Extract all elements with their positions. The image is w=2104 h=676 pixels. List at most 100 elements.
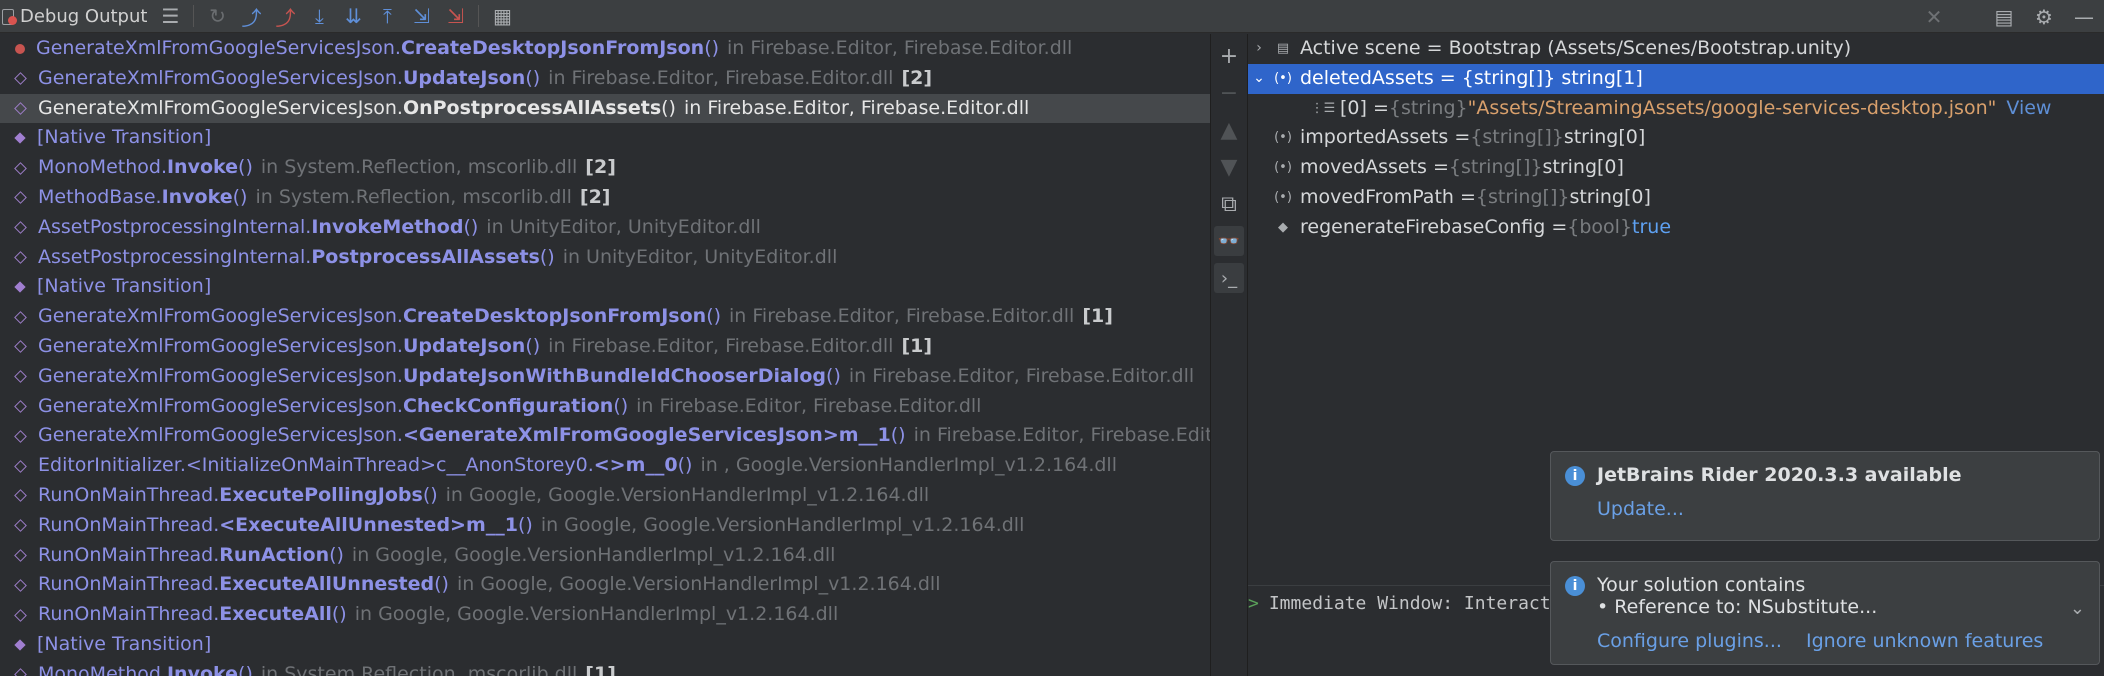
variable-name: regenerateFirebaseConfig = [1300, 215, 1568, 238]
frame-location: in Firebase.Editor, Firebase.Editor.dll [727, 37, 1073, 59]
frame-count: [2] [579, 185, 611, 208]
frame-parens: () [704, 37, 720, 59]
toolbar-right-actions: ✕ ▤ ⚙ — [1914, 0, 2104, 33]
frame-method: RunAction [219, 543, 330, 566]
step-into-my-code-icon[interactable]: ⇊ [336, 1, 370, 31]
frame-location: in UnityEditor, UnityEditor.dll [486, 215, 761, 238]
add-watch-icon[interactable]: + [1214, 41, 1244, 71]
frame-parens: () [331, 603, 347, 626]
step-out-icon[interactable]: ⤒ [370, 1, 404, 31]
stack-frame-row[interactable]: GenerateXmlFromGoogleServicesJson. Create… [0, 34, 1210, 64]
frame-class: GenerateXmlFromGoogleServicesJson. [38, 96, 403, 119]
view-link[interactable]: View [2006, 94, 2051, 124]
variable-row[interactable]: (•) movedFromPath = {string[]} string[0] [1248, 183, 2104, 213]
stack-frame-row[interactable]: RunOnMainThread. ExecutePollingJobs() in G… [0, 481, 1210, 511]
stack-frame-row[interactable]: RunOnMainThread. ExecuteAll() in Google, G… [0, 600, 1210, 630]
frame-parens: () [232, 185, 248, 208]
frame-parens: () [661, 96, 676, 119]
stack-frame-row[interactable]: AssetPostprocessingInternal. PostprocessA… [0, 243, 1210, 273]
console-icon[interactable]: ›_ [1214, 263, 1244, 293]
frame-location: in Google, Google.VersionHandlerImpl_v1.… [354, 603, 839, 626]
stack-frame-row[interactable]: RunOnMainThread. ExecuteAllUnnested() in G… [0, 570, 1210, 600]
stack-frame-row[interactable]: GenerateXmlFromGoogleServicesJson. CheckC… [0, 392, 1210, 422]
evaluate-table-icon[interactable]: ▦ [485, 1, 519, 31]
stack-frame-row[interactable]: GenerateXmlFromGoogleServicesJson. Update… [0, 64, 1210, 94]
variable-type: {string[]} [1470, 126, 1564, 149]
move-up-icon[interactable]: ▲ [1214, 115, 1244, 145]
stack-frame-row[interactable]: [Native Transition] [0, 630, 1210, 660]
stack-frame-row[interactable]: GenerateXmlFromGoogleServicesJson. Update… [0, 332, 1210, 362]
frame-diamond-icon [14, 549, 27, 562]
stack-frame-row[interactable]: MonoMethod. Invoke() in System.Reflection,… [0, 153, 1210, 183]
variable-value: true [1632, 215, 1672, 238]
variable-type-icon: ◆ [1278, 219, 1288, 235]
frame-method: CheckConfiguration [402, 394, 614, 417]
frame-location: in UnityEditor, UnityEditor.dll [562, 245, 838, 268]
variable-type: {string[]} [1448, 156, 1543, 179]
stack-frame-row[interactable]: AssetPostprocessingInternal. InvokeMethod… [0, 213, 1210, 243]
solution-notification-body: • Reference to: NSubstitute... [1597, 596, 1878, 618]
variable-row[interactable]: › ▤ Active scene = Bootstrap (Assets/Scene… [1248, 34, 2104, 64]
force-step-over-icon[interactable]: ⤴ [268, 1, 302, 31]
frame-class: RunOnMainThread. [38, 573, 220, 596]
stack-frame-row[interactable]: EditorInitializer.<InitializeOnMainThrea… [0, 451, 1210, 481]
close-icon[interactable]: ✕ [1914, 2, 1954, 32]
move-down-icon[interactable]: ▼ [1214, 152, 1244, 182]
update-link[interactable]: Update... [1597, 498, 1684, 520]
duplicate-watch-icon[interactable]: ⧉ [1214, 189, 1244, 219]
stack-frame-row[interactable]: RunOnMainThread. RunAction() in Google, Go… [0, 541, 1210, 571]
step-over-icon[interactable]: ⤴ [234, 1, 268, 31]
chevron-down-icon[interactable]: ⌄ [2070, 598, 2085, 619]
stack-frame-row[interactable]: MethodBase. Invoke() in System.Reflection,… [0, 183, 1210, 213]
variable-name: movedAssets = [1300, 156, 1449, 179]
variable-row[interactable]: (•) movedAssets = {string[]} string[0] [1248, 153, 2104, 183]
variable-name: deletedAssets = {string[]} string[1] [1300, 66, 1643, 89]
variable-row[interactable]: ⌄ (•) deletedAssets = {string[]} string[1] [1248, 63, 2104, 94]
call-stack-frames: GenerateXmlFromGoogleServicesJson. Create… [0, 34, 1211, 676]
stack-frame-row[interactable]: GenerateXmlFromGoogleServicesJson. Update… [0, 362, 1210, 392]
stack-frame-row[interactable]: MonoMethod. Invoke() in System.Reflection,… [0, 660, 1210, 676]
debug-output-tab[interactable]: Debug Output [0, 6, 147, 27]
configure-plugins-link[interactable]: Configure plugins... [1597, 630, 1782, 652]
variable-row[interactable]: ⋮☰ [0] = {string} "Assets/StreamingAssets… [1248, 94, 2104, 124]
step-into-icon[interactable]: ⤓ [302, 1, 336, 31]
variable-row[interactable]: ◆ regenerateFirebaseConfig = {bool} true [1248, 213, 2104, 243]
frame-location: in Google, Google.VersionHandlerImpl_v1.… [351, 543, 836, 566]
frame-parens: () [517, 513, 533, 536]
glasses-icon[interactable]: 👓 [1214, 226, 1244, 256]
info-icon: i [1565, 576, 1585, 596]
frame-class: RunOnMainThread. [38, 543, 220, 566]
frame-method: UpdateJson [402, 66, 526, 89]
stack-frame-row[interactable]: RunOnMainThread. <ExecuteAllUnnested>m__1… [0, 511, 1210, 541]
layout-icon[interactable]: ▤ [1984, 2, 2024, 32]
frame-parens: () [539, 245, 555, 268]
stack-frame-row[interactable]: [Native Transition] [0, 272, 1210, 302]
frame-class: AssetPostprocessingInternal. [38, 245, 312, 268]
frame-diamond-icon [14, 578, 27, 592]
stack-frame-row[interactable]: [Native Transition] [0, 123, 1210, 153]
stack-frame-row[interactable]: GenerateXmlFromGoogleServicesJson. <Gener… [0, 421, 1210, 451]
frame-diamond-icon [14, 161, 27, 175]
run-to-cursor-icon[interactable]: ⇲ [404, 1, 438, 31]
remove-watch-icon[interactable]: − [1214, 78, 1244, 108]
frame-method: ExecutePollingJobs [219, 483, 423, 506]
gear-icon[interactable]: ⚙ [2024, 2, 2064, 32]
force-run-to-cursor-icon[interactable]: ⇲ [438, 1, 472, 31]
stack-frame-row[interactable]: GenerateXmlFromGoogleServicesJson. OnPost… [0, 93, 1210, 124]
variable-type-icon: (•) [1274, 189, 1292, 205]
variable-row[interactable]: (•) importedAssets = {string[]} string[0] [1248, 123, 2104, 153]
frame-count: [2] [585, 156, 616, 179]
minimize-icon[interactable]: — [2064, 2, 2104, 32]
chevron-right-icon[interactable]: › [1250, 34, 1268, 64]
stack-frame-row[interactable]: GenerateXmlFromGoogleServicesJson. Create… [0, 302, 1210, 332]
menu-icon[interactable]: ☰ [153, 1, 187, 31]
frame-diamond-icon [14, 251, 27, 264]
current-frame-icon [15, 43, 25, 54]
toolbar-actions: ☰ ↻ ⤴ ⤴ ⤓ ⇊ ⤒ ⇲ ⇲ ▦ [153, 1, 519, 31]
frame-class: RunOnMainThread. [38, 603, 220, 626]
frame-class: MethodBase. [38, 185, 162, 208]
info-icon: i [1565, 466, 1585, 486]
ignore-unknown-features-link[interactable]: Ignore unknown features [1806, 630, 2043, 652]
refresh-icon[interactable]: ↻ [200, 1, 234, 31]
chevron-down-icon[interactable]: ⌄ [1250, 64, 1268, 94]
